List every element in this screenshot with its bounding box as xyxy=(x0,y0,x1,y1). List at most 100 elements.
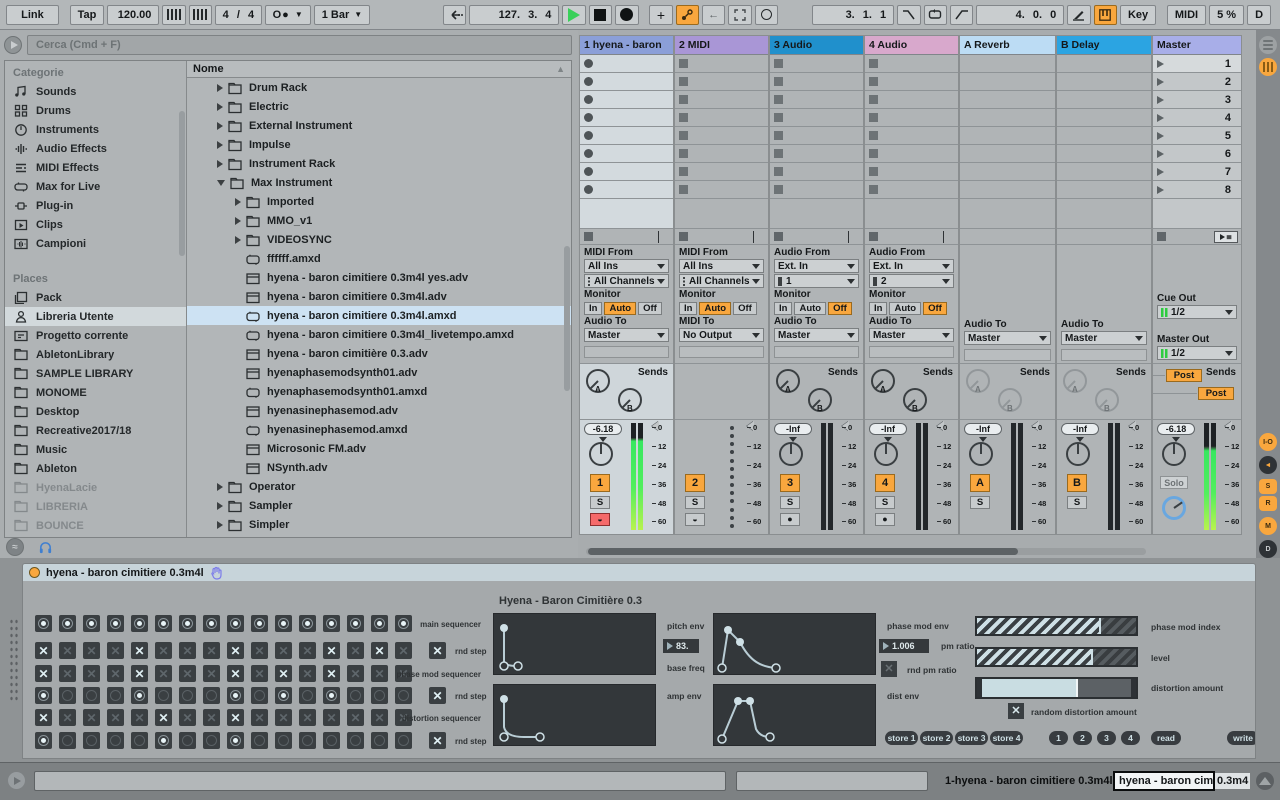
amp-env-display[interactable] xyxy=(493,684,656,746)
overdub-button[interactable]: + xyxy=(649,5,672,25)
file-row[interactable]: NSynth.adv xyxy=(187,458,571,477)
scene-play-icon[interactable] xyxy=(1157,150,1164,158)
sidebar-item-max-for-live[interactable]: Max for Live xyxy=(5,177,186,196)
track-header[interactable]: A Reverb xyxy=(960,36,1055,55)
clip-stop-button[interactable] xyxy=(869,131,878,140)
seq-step-4-4[interactable] xyxy=(107,687,124,704)
expand-arrow-icon[interactable] xyxy=(217,103,223,111)
sidebar-item-libreria[interactable]: LIBRERIA xyxy=(5,497,186,516)
seq-step-5-10[interactable]: ✕ xyxy=(251,709,268,726)
quantization-menu[interactable]: 1 Bar▼ xyxy=(314,5,370,25)
recall-button-4[interactable]: 4 xyxy=(1121,731,1140,745)
overload-indicator[interactable]: D xyxy=(1247,5,1271,25)
clip-stop-button[interactable] xyxy=(679,167,688,176)
seq-rnd-toggle-4[interactable]: ✕ xyxy=(429,687,446,704)
sidebar-item-sample-library[interactable]: SAMPLE LIBRARY xyxy=(5,364,186,383)
scene-slot[interactable]: 5 xyxy=(1153,127,1241,145)
track-activator[interactable]: 3 xyxy=(780,474,800,492)
max-edit-hand-icon[interactable] xyxy=(210,566,223,580)
sidebar-item-libreria-utente[interactable]: Libreria Utente xyxy=(5,307,186,326)
clip-slot[interactable] xyxy=(770,55,863,73)
sidebar-item-music[interactable]: Music xyxy=(5,440,186,459)
seq-step-6-7[interactable] xyxy=(179,732,196,749)
monitor-off-button[interactable]: Off xyxy=(828,302,852,315)
dropdown-master[interactable]: Master xyxy=(964,331,1051,345)
browser-collapse-button[interactable] xyxy=(4,36,22,54)
clip-stop-button[interactable] xyxy=(869,77,878,86)
returns-show-button[interactable]: R xyxy=(1259,496,1277,511)
dropdown-2[interactable]: 2 xyxy=(869,274,954,288)
phase-mod-env-display[interactable] xyxy=(713,613,876,675)
monitor-off-button[interactable]: Off xyxy=(638,302,662,315)
send-b-post-button[interactable]: Post xyxy=(1198,387,1234,400)
seq-step-4-2[interactable] xyxy=(59,687,76,704)
seq-step-2-8[interactable]: ✕ xyxy=(203,642,220,659)
file-row[interactable]: Imported xyxy=(187,192,571,211)
seq-step-6-11[interactable] xyxy=(275,732,292,749)
clip-record-button[interactable] xyxy=(584,113,593,122)
clip-slot[interactable] xyxy=(580,127,673,145)
clip-stop-button[interactable] xyxy=(869,185,878,194)
expand-arrow-icon[interactable] xyxy=(217,141,223,149)
play-button[interactable] xyxy=(562,5,585,25)
clip-slot[interactable] xyxy=(1057,181,1151,199)
seq-step-5-7[interactable]: ✕ xyxy=(179,709,196,726)
file-row[interactable]: External Instrument xyxy=(187,116,571,135)
clip-stop-button[interactable] xyxy=(774,149,783,158)
file-row[interactable]: hyenasinephasemod.amxd xyxy=(187,420,571,439)
clip-stop-button[interactable] xyxy=(869,167,878,176)
pan-knob[interactable] xyxy=(1066,442,1090,466)
sidebar-item-midi-effects[interactable]: MIDI Effects xyxy=(5,158,186,177)
clip-record-button[interactable] xyxy=(584,167,593,176)
clip-slot[interactable] xyxy=(960,127,1055,145)
track-header[interactable]: 3 Audio xyxy=(770,36,863,55)
sidebar-item-recreative2017-18[interactable]: Recreative2017/18 xyxy=(5,421,186,440)
seq-step-3-8[interactable]: ✕ xyxy=(203,665,220,682)
clip-slot[interactable] xyxy=(960,55,1055,73)
scene-play-icon[interactable] xyxy=(1157,132,1164,140)
file-row[interactable]: Max Instrument xyxy=(187,173,571,192)
arm-button[interactable]: ◒ xyxy=(590,513,610,526)
clip-slot[interactable] xyxy=(865,181,958,199)
random-dist-checkbox[interactable]: ✕ xyxy=(1008,703,1024,719)
seq-step-1-12[interactable] xyxy=(299,615,316,632)
clip-stop-button[interactable] xyxy=(679,131,688,140)
dropdown-ext-in[interactable]: Ext. In xyxy=(869,259,954,273)
scene-slot[interactable]: 7 xyxy=(1153,163,1241,181)
clip-slot[interactable] xyxy=(865,91,958,109)
seq-step-3-3[interactable]: ✕ xyxy=(83,665,100,682)
seq-step-5-6[interactable]: ✕ xyxy=(155,709,172,726)
file-row[interactable]: hyenasinephasemod.adv xyxy=(187,401,571,420)
seq-step-5-2[interactable]: ✕ xyxy=(59,709,76,726)
seq-step-6-2[interactable] xyxy=(59,732,76,749)
scene-play-icon[interactable] xyxy=(1157,168,1164,176)
expand-arrow-icon[interactable] xyxy=(235,198,241,206)
file-row[interactable]: hyena - baron cimitiere 0.3m4l.adv xyxy=(187,287,571,306)
follow-button[interactable] xyxy=(443,5,466,25)
dropdown-all-ins[interactable]: All Ins xyxy=(584,259,669,273)
seq-step-6-3[interactable] xyxy=(83,732,100,749)
volume-display[interactable]: -Inf xyxy=(964,423,1002,435)
expand-arrow-icon[interactable] xyxy=(217,180,225,186)
clip-slot[interactable] xyxy=(770,127,863,145)
file-row[interactable]: Electric xyxy=(187,97,571,116)
hot-swap-icon[interactable]: ≈ xyxy=(6,538,24,556)
expand-arrow-icon[interactable] xyxy=(217,84,223,92)
file-row[interactable]: hyena - baron cimitiere 0.3m4l.amxd xyxy=(187,306,571,325)
seq-step-3-9[interactable]: ✕ xyxy=(227,665,244,682)
sidebar-item-instruments[interactable]: Instruments xyxy=(5,120,186,139)
sidebar-item-bounce[interactable]: BOUNCE xyxy=(5,516,186,535)
seq-step-5-3[interactable]: ✕ xyxy=(83,709,100,726)
dropdown-master[interactable]: Master xyxy=(774,328,859,342)
status-expand-button[interactable] xyxy=(8,772,25,789)
dropdown-master[interactable]: Master xyxy=(869,328,954,342)
loop-length-display[interactable]: 4. 0. 0 xyxy=(976,5,1064,25)
punch-in-button[interactable] xyxy=(897,5,920,25)
nudge-down-button[interactable] xyxy=(162,5,185,25)
file-row[interactable]: hyenaphasemodsynth01.amxd xyxy=(187,382,571,401)
dropdown-1[interactable]: 1 xyxy=(774,274,859,288)
seq-step-3-13[interactable]: ✕ xyxy=(323,665,340,682)
sends-show-button[interactable]: S xyxy=(1259,479,1277,494)
volume-display[interactable]: -Inf xyxy=(869,423,907,435)
sidebar-scrollbar[interactable] xyxy=(179,111,185,256)
